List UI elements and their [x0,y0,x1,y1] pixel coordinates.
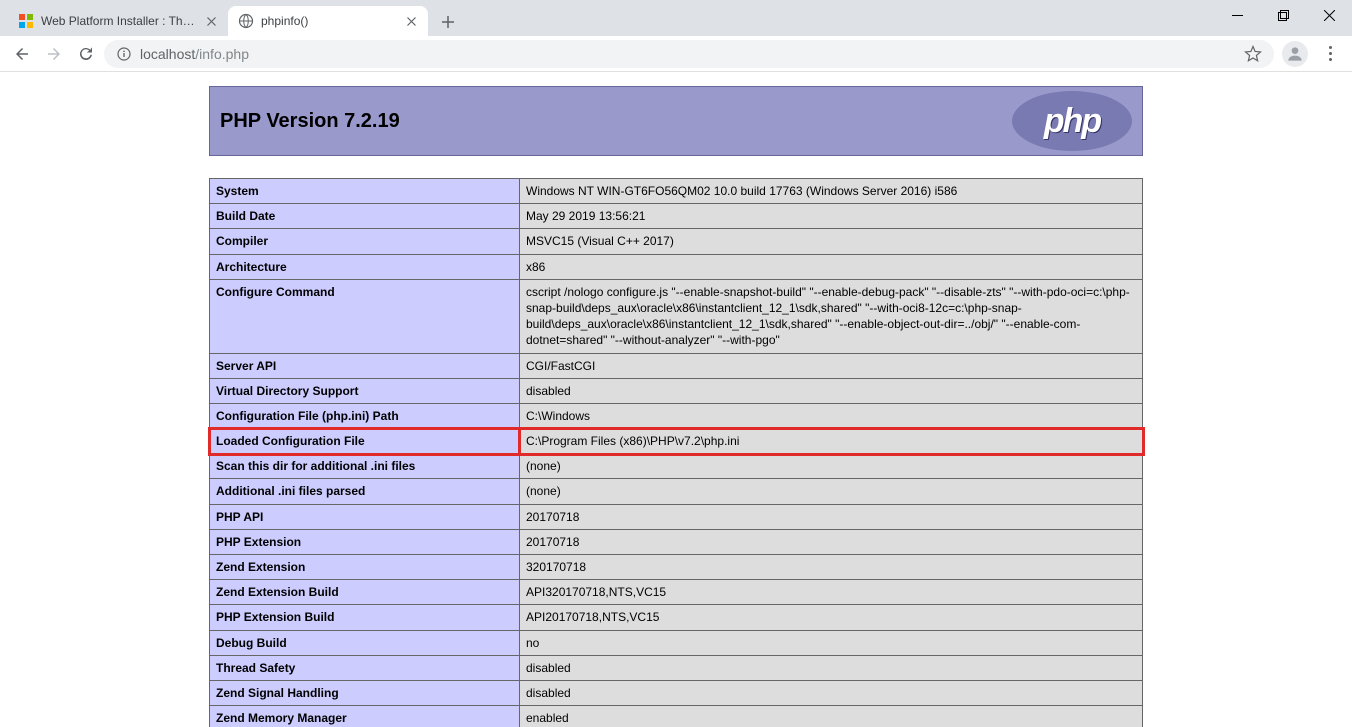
table-row: PHP API20170718 [210,504,1143,529]
table-row: Architecturex86 [210,254,1143,279]
menu-button[interactable] [1316,46,1344,61]
table-row: SystemWindows NT WIN-GT6FO56QM02 10.0 bu… [210,179,1143,204]
row-key: Debug Build [210,630,520,655]
row-value: 20170718 [520,504,1143,529]
window-controls [1214,0,1352,30]
phpinfo-page: PHP Version 7.2.19 php SystemWindows NT … [209,86,1143,727]
table-row: Zend Signal Handlingdisabled [210,680,1143,705]
row-key: Thread Safety [210,655,520,680]
row-value: MSVC15 (Visual C++ 2017) [520,229,1143,254]
tab-bar: Web Platform Installer : The Offic phpin… [0,0,1352,36]
row-key: Additional .ini files parsed [210,479,520,504]
row-key: PHP API [210,504,520,529]
phpinfo-header: PHP Version 7.2.19 php [209,86,1143,156]
info-icon[interactable] [116,46,132,62]
row-value: 320170718 [520,555,1143,580]
forward-button[interactable] [40,40,68,68]
close-button[interactable] [1306,0,1352,30]
address-bar[interactable]: localhost/info.php [104,40,1274,68]
php-logo-text: php [1044,102,1100,141]
profile-button[interactable] [1282,41,1308,67]
row-value: May 29 2019 13:56:21 [520,204,1143,229]
row-value: (none) [520,479,1143,504]
table-row: Debug Buildno [210,630,1143,655]
row-key: Architecture [210,254,520,279]
tab-title: phpinfo() [261,14,397,28]
maximize-button[interactable] [1260,0,1306,30]
row-value: API320170718,NTS,VC15 [520,580,1143,605]
row-value: Windows NT WIN-GT6FO56QM02 10.0 build 17… [520,179,1143,204]
row-key: Build Date [210,204,520,229]
row-value: disabled [520,655,1143,680]
row-key: Zend Signal Handling [210,680,520,705]
row-value: (none) [520,454,1143,479]
url-host: localhost/info.php [140,46,249,62]
browser-chrome: Web Platform Installer : The Offic phpin… [0,0,1352,72]
table-row: PHP Extension20170718 [210,529,1143,554]
bookmark-icon[interactable] [1244,45,1262,63]
table-row: CompilerMSVC15 (Visual C++ 2017) [210,229,1143,254]
row-key: Virtual Directory Support [210,378,520,403]
row-key: Zend Extension Build [210,580,520,605]
row-key: Configuration File (php.ini) Path [210,403,520,428]
table-row: Loaded Configuration FileC:\Program File… [210,429,1143,454]
row-key: Zend Memory Manager [210,706,520,727]
table-row: Zend Extension BuildAPI320170718,NTS,VC1… [210,580,1143,605]
tab-inactive[interactable]: Web Platform Installer : The Offic [8,6,228,36]
row-value: enabled [520,706,1143,727]
new-tab-button[interactable] [434,8,462,36]
row-value: C:\Program Files (x86)\PHP\v7.2\php.ini [520,429,1143,454]
back-button[interactable] [8,40,36,68]
minimize-button[interactable] [1214,0,1260,30]
table-row: Virtual Directory Supportdisabled [210,378,1143,403]
row-value: API20170718,NTS,VC15 [520,605,1143,630]
row-key: Compiler [210,229,520,254]
table-row: Additional .ini files parsed(none) [210,479,1143,504]
row-key: System [210,179,520,204]
row-value: disabled [520,378,1143,403]
row-key: PHP Extension [210,529,520,554]
ms-icon [18,13,34,29]
tab-active[interactable]: phpinfo() [228,6,428,36]
row-key: Configure Command [210,279,520,353]
row-value: no [520,630,1143,655]
php-logo: php [1012,91,1132,151]
close-icon[interactable] [204,14,218,28]
row-key: Server API [210,353,520,378]
page-viewport[interactable]: PHP Version 7.2.19 php SystemWindows NT … [0,72,1352,727]
table-row: Configure Commandcscript /nologo configu… [210,279,1143,353]
row-key: Loaded Configuration File [210,429,520,454]
globe-icon [238,13,254,29]
row-value: x86 [520,254,1143,279]
toolbar: localhost/info.php [0,36,1352,72]
table-row: Zend Extension320170718 [210,555,1143,580]
row-value: CGI/FastCGI [520,353,1143,378]
tab-title: Web Platform Installer : The Offic [41,14,197,28]
row-value: cscript /nologo configure.js "--enable-s… [520,279,1143,353]
row-value: 20170718 [520,529,1143,554]
row-value: C:\Windows [520,403,1143,428]
row-key: Zend Extension [210,555,520,580]
table-row: PHP Extension BuildAPI20170718,NTS,VC15 [210,605,1143,630]
table-row: Thread Safetydisabled [210,655,1143,680]
table-row: Scan this dir for additional .ini files(… [210,454,1143,479]
close-icon[interactable] [404,14,418,28]
row-value: disabled [520,680,1143,705]
phpinfo-table: SystemWindows NT WIN-GT6FO56QM02 10.0 bu… [209,178,1143,727]
row-key: Scan this dir for additional .ini files [210,454,520,479]
table-row: Configuration File (php.ini) PathC:\Wind… [210,403,1143,428]
table-row: Build DateMay 29 2019 13:56:21 [210,204,1143,229]
table-row: Zend Memory Managerenabled [210,706,1143,727]
reload-button[interactable] [72,40,100,68]
page-title: PHP Version 7.2.19 [220,110,400,133]
row-key: PHP Extension Build [210,605,520,630]
table-row: Server APICGI/FastCGI [210,353,1143,378]
